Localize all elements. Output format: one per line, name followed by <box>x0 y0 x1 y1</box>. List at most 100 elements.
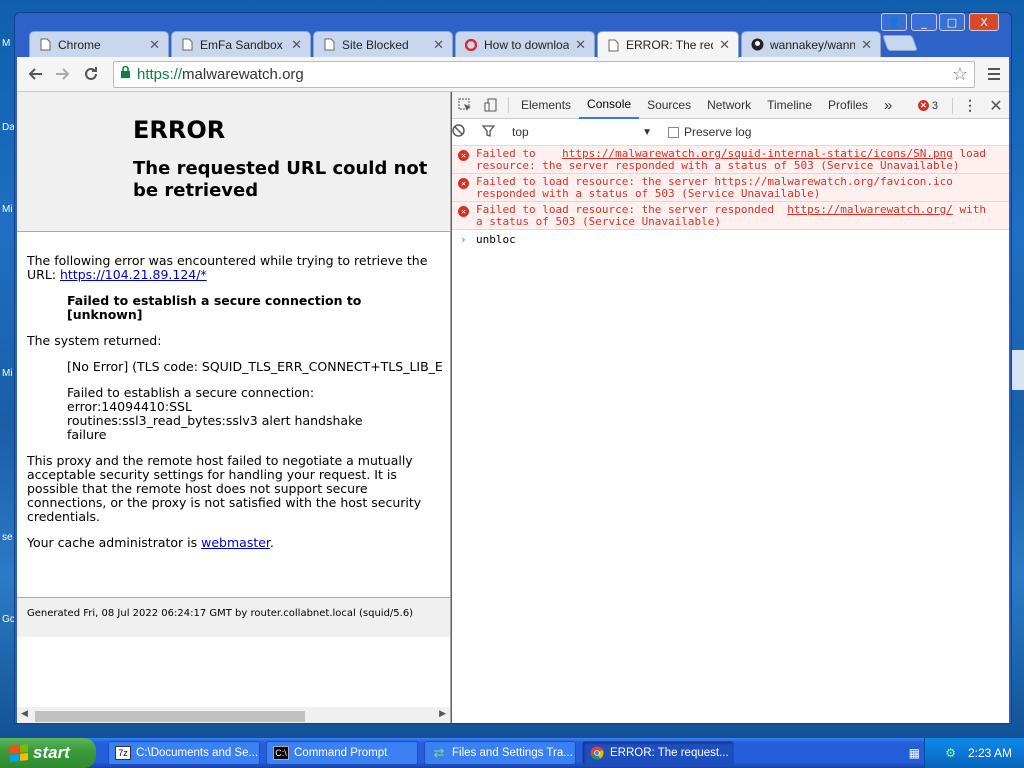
minimize-button[interactable]: _ <box>911 13 937 31</box>
console-toolbar: top ▼ Preserve log <box>452 119 1009 146</box>
close-devtools-icon[interactable]: ✕ <box>983 96 1009 116</box>
page-content: ERROR The requested URL could not be ret… <box>17 92 451 723</box>
tab-label: wannakey/wanna <box>770 37 856 52</box>
detail-line: routines:ssl3_read_bytes:sslv3 alert han… <box>67 413 363 428</box>
error-explanation: This proxy and the remote host failed to… <box>27 453 422 524</box>
taskbar-item-chrome[interactable]: ERROR: The request... <box>582 741 734 765</box>
cache-admin-text: Your cache administrator is <box>27 535 198 550</box>
lock-icon <box>120 65 131 83</box>
requested-url-link[interactable]: https://104.21.89.124/* <box>60 267 207 282</box>
filter-icon[interactable] <box>481 124 504 140</box>
dropdown-arrow-icon: ▼ <box>642 126 652 138</box>
reload-button[interactable] <box>77 60 105 88</box>
horizontal-scrollbar[interactable]: ◀ ▶ <box>17 707 450 723</box>
start-button[interactable]: start <box>0 738 96 768</box>
new-tab-button[interactable] <box>882 35 918 51</box>
task-label: Command Prompt <box>294 747 388 759</box>
scrollbar-thumb[interactable] <box>35 711 305 722</box>
forward-button[interactable] <box>49 60 77 88</box>
error-intro: The following error was encountered whil… <box>27 254 440 282</box>
message-link[interactable]: https://malwarewatch.org/ <box>787 203 953 216</box>
close-icon[interactable]: ✕ <box>719 37 730 53</box>
tab-wannakey[interactable]: wannakey/wanna ✕ <box>741 31 881 57</box>
close-icon[interactable]: ✕ <box>861 37 872 53</box>
maximize-button[interactable]: □ <box>939 13 965 31</box>
device-mode-icon[interactable] <box>478 98 504 112</box>
task-label: Files and Settings Tra... <box>452 747 573 759</box>
system-tray: ⚙ 2:23 AM <box>924 738 1024 768</box>
address-bar[interactable]: https://malwarewatch.org ☆ <box>113 61 975 88</box>
chrome-icon <box>589 746 605 760</box>
webmaster-link[interactable]: webmaster <box>201 535 270 550</box>
devtools-tab-sources[interactable]: Sources <box>639 92 699 119</box>
close-icon[interactable]: ✕ <box>291 37 302 53</box>
scroll-left-icon[interactable]: ◀ <box>21 709 28 719</box>
console-input[interactable]: unbloc <box>476 233 516 246</box>
context-selector[interactable]: top ▼ <box>512 125 652 139</box>
devtools-tab-elements[interactable]: Elements <box>513 92 579 119</box>
failure-line: Failed to establish a secure connection … <box>67 293 362 308</box>
close-icon[interactable]: ✕ <box>149 37 160 53</box>
url-scheme: https:// <box>137 66 183 83</box>
network-icon[interactable]: ⚙ <box>945 746 956 760</box>
error-body: The following error was encountered whil… <box>17 232 450 550</box>
taskbar-item-cmd[interactable]: C:\ Command Prompt <box>266 741 418 765</box>
page-icon <box>606 38 620 52</box>
console-prompt[interactable]: › unbloc <box>452 230 1009 246</box>
background-window-edge <box>1010 350 1024 390</box>
clock: 2:23 AM <box>967 746 1012 760</box>
error-count-badge[interactable]: ✕ 3 <box>917 100 938 112</box>
desktop-icon-label: Mi <box>2 368 13 379</box>
tab-how-to-download[interactable]: How to download ✕ <box>455 31 595 57</box>
system-returned-label: The system returned: <box>27 333 162 348</box>
url-host: malwarewatch.org <box>182 66 304 83</box>
toolbar-divider <box>508 97 509 113</box>
taskbar-item-explorer[interactable]: 7z C:\Documents and Se... <box>108 741 260 765</box>
inspect-element-icon[interactable] <box>452 98 478 112</box>
devtools-tabbar: Elements Console Sources Network Timelin… <box>452 92 1009 119</box>
tls-code: [No Error] (TLS code: SQUID_TLS_ERR_CONN… <box>67 359 443 374</box>
scroll-right-icon[interactable]: ▶ <box>439 709 446 719</box>
keyboard-icon[interactable]: ▦ <box>909 746 920 760</box>
desktop-icon-label: Gc <box>2 614 15 625</box>
desktop-icon-label: Mi <box>2 204 13 215</box>
detail-line: failure <box>67 427 107 442</box>
bookmark-star-icon[interactable]: ☆ <box>952 64 968 85</box>
explorer-icon: 7z <box>115 746 131 760</box>
page-icon <box>38 38 52 52</box>
page-icon <box>322 38 336 52</box>
preserve-log-checkbox[interactable] <box>668 126 679 138</box>
console-error-message: ✕ Failed to load resource: the server re… <box>452 202 1009 230</box>
clear-console-icon[interactable] <box>452 124 482 140</box>
task-label: ERROR: The request... <box>610 747 729 759</box>
devtools-panel: Elements Console Sources Network Timelin… <box>452 92 1009 723</box>
back-button[interactable] <box>21 60 49 88</box>
error-header: ERROR The requested URL could not be ret… <box>17 92 450 232</box>
close-icon[interactable]: ✕ <box>433 37 444 53</box>
devtools-menu-icon[interactable]: ⋮ <box>957 97 983 114</box>
taskbar-item-transfer[interactable]: ⇄ Files and Settings Tra... <box>424 741 576 765</box>
tab-label: Site Blocked <box>342 37 409 52</box>
chrome-menu-button[interactable] <box>983 63 1005 85</box>
more-tabs-icon[interactable]: » <box>876 92 900 119</box>
devtools-tab-profiles[interactable]: Profiles <box>820 92 876 119</box>
devtools-tab-network[interactable]: Network <box>699 92 759 119</box>
error-icon: ✕ <box>917 100 929 111</box>
error-title: ERROR <box>133 116 226 144</box>
error-footer: Generated Fri, 08 Jul 2022 06:24:17 GMT … <box>17 597 450 637</box>
tab-label: Chrome <box>58 37 101 52</box>
context-value: top <box>512 125 529 139</box>
tab-site-blocked[interactable]: Site Blocked ✕ <box>313 31 453 57</box>
tab-error-page[interactable]: ERROR: The reque ✕ <box>597 31 739 58</box>
tab-emfa-sandbox[interactable]: EmFa Sandbox ✕ <box>171 31 311 57</box>
page-icon <box>180 38 194 52</box>
close-window-button[interactable]: X <box>969 13 999 31</box>
tab-label: ERROR: The reque <box>626 38 713 52</box>
preserve-log-label: Preserve log <box>684 125 752 139</box>
devtools-tab-console[interactable]: Console <box>579 92 640 119</box>
close-icon[interactable]: ✕ <box>575 37 586 53</box>
tab-chrome[interactable]: Chrome ✕ <box>29 31 169 57</box>
user-profile-button[interactable]: 👤 <box>881 13 907 31</box>
error-icon: ✕ <box>458 178 469 189</box>
devtools-tab-timeline[interactable]: Timeline <box>759 92 820 119</box>
